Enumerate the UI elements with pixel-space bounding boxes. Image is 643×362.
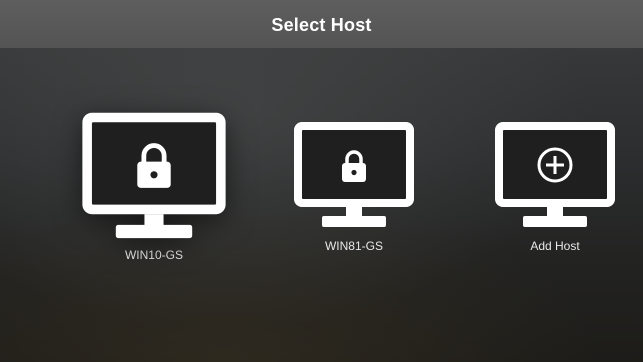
page-title: Select Host: [271, 14, 372, 35]
title-bar: Select Host: [0, 0, 643, 48]
host-name-label: Add Host: [530, 239, 580, 253]
monitor-icon: [294, 122, 414, 227]
monitor-icon: [495, 122, 615, 227]
host-name-label: WIN10-GS: [124, 248, 183, 262]
host-tile-win10-gs[interactable]: WIN10-GS: [80, 110, 228, 262]
monitor-icon: [82, 112, 226, 239]
host-name-label: WIN81-GS: [324, 239, 383, 253]
host-tile-win81-gs[interactable]: WIN81-GS: [292, 120, 416, 253]
add-host-tile[interactable]: Add Host: [493, 120, 617, 253]
